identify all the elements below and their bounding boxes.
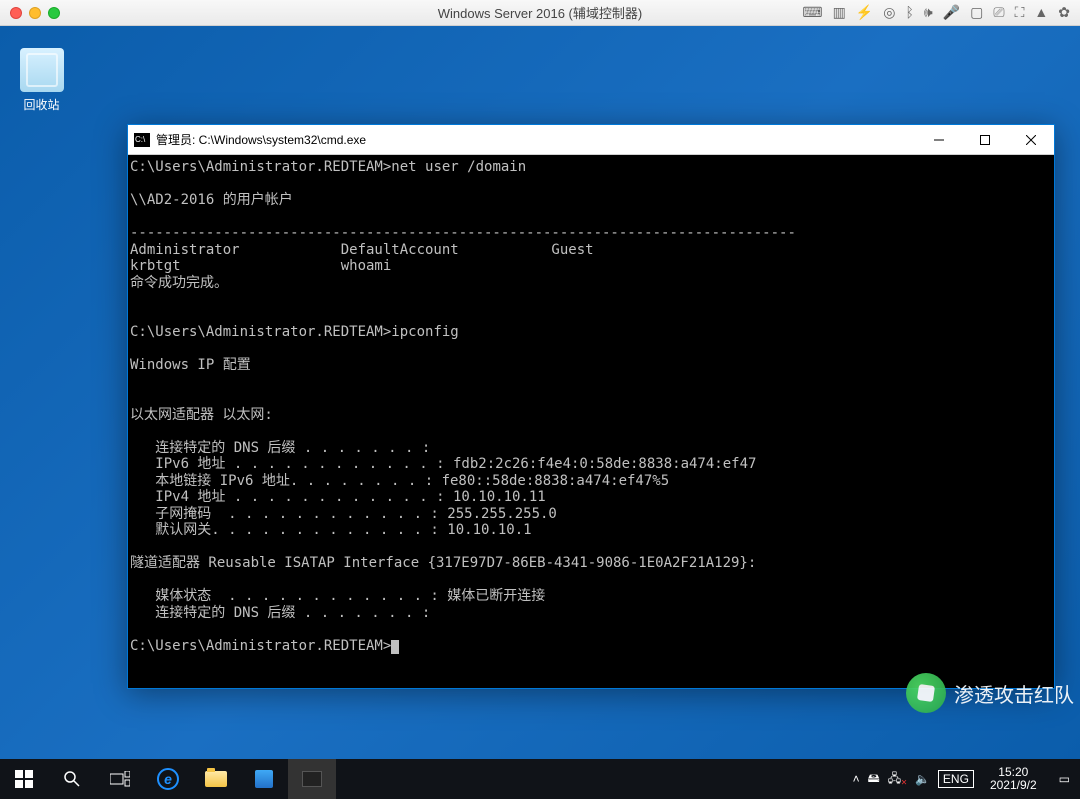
- recycle-bin-label: 回收站: [14, 96, 69, 113]
- desktop[interactable]: 回收站 管理员: C:\Windows\system32\cmd.exe C:\…: [0, 26, 1080, 759]
- line: 命令成功完成。: [130, 275, 228, 291]
- tray-volume-icon[interactable]: 🔈: [915, 772, 930, 786]
- recycle-bin-icon: [20, 48, 64, 92]
- ie-button[interactable]: [144, 759, 192, 799]
- explorer-button[interactable]: [192, 759, 240, 799]
- line: 连接特定的 DNS 后缀 . . . . . . . :: [130, 440, 430, 456]
- line: 隧道适配器 Reusable ISATAP Interface {317E97D…: [130, 555, 756, 571]
- cmd-input: net user /domain: [391, 159, 526, 175]
- clock[interactable]: 15:20 2021/9/2: [982, 766, 1045, 792]
- line: \\AD2-2016 的用户帐户: [130, 192, 293, 208]
- folder-icon: [205, 771, 227, 787]
- clock-date: 2021/9/2: [990, 779, 1037, 792]
- line: 默认网关. . . . . . . . . . . . . : 10.10.10…: [130, 522, 532, 538]
- cursor: [391, 640, 399, 654]
- recycle-bin[interactable]: 回收站: [14, 48, 69, 113]
- server-manager-icon: [255, 770, 273, 788]
- cmd-output[interactable]: C:\Users\Administrator.REDTEAM>net user …: [128, 155, 1054, 688]
- cmd-icon: [134, 133, 150, 147]
- tray-network-icon[interactable]: 🖧×: [888, 769, 907, 790]
- taskbar[interactable]: ˄ 🖴 🖧× 🔈 ENG 15:20 2021/9/2 ▭: [0, 759, 1080, 799]
- ie-icon: [157, 768, 179, 790]
- line: 本地链接 IPv6 地址. . . . . . . . : fe80::58de…: [130, 473, 669, 489]
- cmd-title-text: 管理员: C:\Windows\system32\cmd.exe: [156, 131, 916, 148]
- maximize-button[interactable]: [962, 125, 1008, 155]
- line: IPv6 地址 . . . . . . . . . . . . : fdb2:2…: [130, 456, 756, 472]
- prompt: C:\Users\Administrator.REDTEAM>: [130, 638, 391, 654]
- start-button[interactable]: [0, 759, 48, 799]
- tray-chevron-icon[interactable]: ˄: [853, 772, 860, 786]
- vm-title: Windows Server 2016 (辅域控制器): [0, 3, 1080, 22]
- line: 连接特定的 DNS 后缀 . . . . . . . :: [130, 605, 430, 621]
- cmd-taskbar-button[interactable]: [288, 759, 336, 799]
- system-tray[interactable]: ˄ 🖴 🖧× 🔈 ENG 15:20 2021/9/2 ▭: [853, 766, 1080, 792]
- line: 子网掩码 . . . . . . . . . . . . : 255.255.2…: [130, 506, 557, 522]
- tray-drive-icon[interactable]: 🖴: [868, 769, 880, 790]
- taskview-button[interactable]: [96, 759, 144, 799]
- minimize-button[interactable]: [916, 125, 962, 155]
- close-button[interactable]: [1008, 125, 1054, 155]
- server-manager-button[interactable]: [240, 759, 288, 799]
- cmd-titlebar[interactable]: 管理员: C:\Windows\system32\cmd.exe: [128, 125, 1054, 155]
- terminal-icon: [302, 771, 322, 787]
- line: krbtgt whoami: [130, 258, 391, 274]
- ime-indicator[interactable]: ENG: [938, 770, 974, 788]
- line: Windows IP 配置: [130, 357, 251, 373]
- line: 媒体状态 . . . . . . . . . . . . : 媒体已断开连接: [130, 588, 545, 604]
- search-button[interactable]: [48, 759, 96, 799]
- cmd-window[interactable]: 管理员: C:\Windows\system32\cmd.exe C:\User…: [127, 124, 1055, 689]
- line: Administrator DefaultAccount Guest: [130, 242, 594, 258]
- notifications-button[interactable]: ▭: [1053, 772, 1076, 786]
- vm-toolbar: Windows Server 2016 (辅域控制器) ⌨ ▥ ⚡ ◎ ᛒ 🕪 …: [0, 0, 1080, 26]
- prompt: C:\Users\Administrator.REDTEAM>: [130, 159, 391, 175]
- line: IPv4 地址 . . . . . . . . . . . . : 10.10.…: [130, 489, 546, 505]
- prompt: C:\Users\Administrator.REDTEAM>: [130, 324, 391, 340]
- line: ----------------------------------------…: [130, 225, 796, 241]
- cmd-input: ipconfig: [391, 324, 458, 340]
- line: 以太网适配器 以太网:: [130, 407, 273, 423]
